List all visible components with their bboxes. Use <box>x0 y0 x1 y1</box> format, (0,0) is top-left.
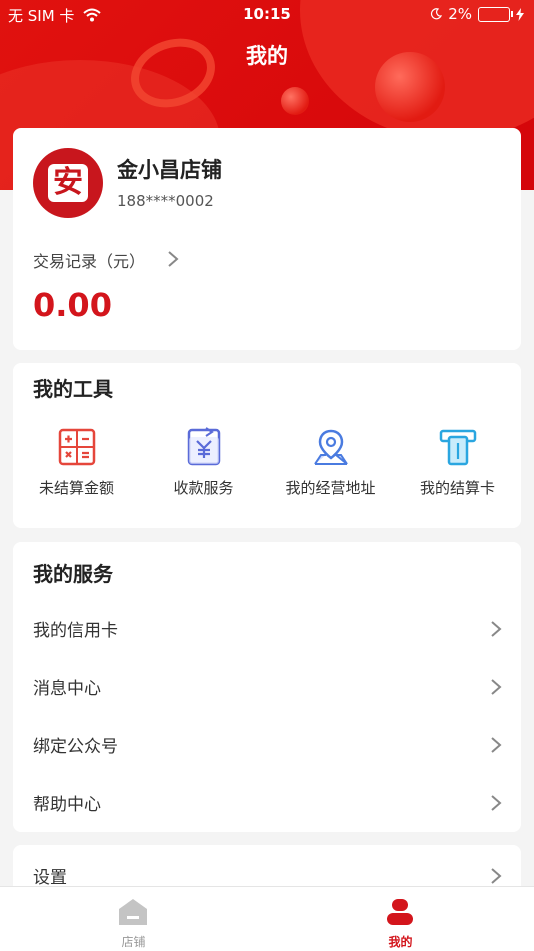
chevron-right-icon <box>491 679 502 695</box>
tools-card: 我的工具 未结算金额 收款服务 我的经营地址 我的结算卡 <box>13 363 521 528</box>
avatar-logo: 安 <box>48 164 88 202</box>
battery-percent: 2% <box>448 5 472 23</box>
tool-label: 我的结算卡 <box>419 479 495 497</box>
tab-label: 店铺 <box>121 935 146 949</box>
services-title: 我的服务 <box>33 562 113 586</box>
location-pin-icon <box>313 429 348 465</box>
tool-label: 收款服务 <box>173 479 234 497</box>
profile-card: 安 金小昌店铺 188****0002 交易记录（元） 0.00 <box>13 128 521 350</box>
tool-label: 未结算金额 <box>38 479 114 497</box>
service-item-label: 我的信用卡 <box>33 621 118 641</box>
service-item-credit-card[interactable]: 我的信用卡 <box>13 600 521 658</box>
tab-bar: 店铺 我的 <box>0 886 534 951</box>
service-item-help-center[interactable]: 帮助中心 <box>13 774 521 832</box>
trade-amount: 0.00 <box>33 286 112 324</box>
tool-label: 我的经营地址 <box>285 479 376 497</box>
tool-business-address[interactable]: 我的经营地址 <box>267 427 394 498</box>
status-bar: 无 SIM 卡 10:15 2% <box>0 0 534 30</box>
page-title: 我的 <box>246 44 288 68</box>
card-slot-icon <box>439 429 476 466</box>
battery-icon <box>478 6 513 22</box>
trade-record-link[interactable]: 交易记录（元） <box>33 248 145 272</box>
service-item-label: 帮助中心 <box>33 795 101 815</box>
settings-label: 设置 <box>33 868 67 888</box>
shop-icon <box>119 899 147 925</box>
services-card: 我的服务 我的信用卡 消息中心 绑定公众号 帮助中心 <box>13 542 521 832</box>
moon-icon <box>431 8 443 20</box>
service-item-label: 消息中心 <box>33 679 101 699</box>
chevron-right-icon <box>491 621 502 637</box>
chevron-right-icon <box>491 868 502 884</box>
calculator-icon <box>58 428 95 466</box>
chevron-right-icon <box>491 737 502 753</box>
charging-bolt-icon <box>516 7 524 21</box>
yuan-document-icon <box>187 427 220 466</box>
chevron-right-icon <box>491 795 502 811</box>
phone-number: 188****0002 <box>117 192 214 210</box>
service-item-bind-official-account[interactable]: 绑定公众号 <box>13 716 521 774</box>
tools-title: 我的工具 <box>33 377 113 401</box>
avatar[interactable]: 安 <box>33 148 103 218</box>
shop-name: 金小昌店铺 <box>117 158 222 182</box>
service-item-label: 绑定公众号 <box>33 737 118 757</box>
tool-unsettled-amount[interactable]: 未结算金额 <box>13 427 140 498</box>
service-item-message-center[interactable]: 消息中心 <box>13 658 521 716</box>
decorative-ball-small <box>281 87 309 115</box>
user-icon <box>387 899 413 925</box>
tool-settlement-card[interactable]: 我的结算卡 <box>394 427 521 498</box>
tool-payment-service[interactable]: 收款服务 <box>140 427 267 498</box>
tab-mine[interactable]: 我的 <box>267 887 534 951</box>
tab-shop[interactable]: 店铺 <box>0 887 267 951</box>
chevron-right-icon[interactable] <box>163 248 183 270</box>
tab-label: 我的 <box>388 935 413 949</box>
